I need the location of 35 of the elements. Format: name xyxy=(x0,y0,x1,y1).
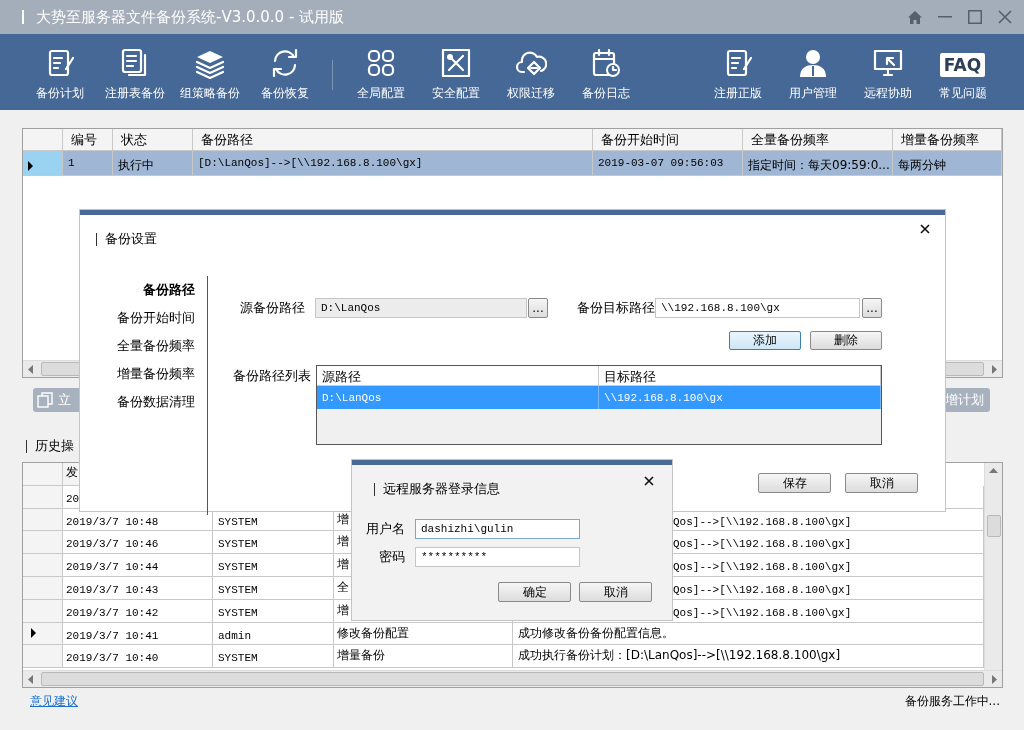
table-cell: SYSTEM xyxy=(213,577,334,600)
window-title: 大势至服务器文件备份系统-V3.0.0.0 - 试用版 xyxy=(36,7,346,27)
dialog-title: 远程服务器登录信息 xyxy=(383,480,500,498)
table-cell: 2019/3/7 10:43 xyxy=(63,577,213,600)
table-cell: SYSTEM xyxy=(213,531,334,555)
table-cell: \\192.168.8.100\gx xyxy=(599,386,881,409)
field-label: 备份路径列表 xyxy=(233,367,312,385)
table-cell: SYSTEM xyxy=(213,645,334,669)
section-title: 历史操 xyxy=(35,437,74,455)
column-header: 源路径 xyxy=(317,366,599,385)
column-header: 目标路径 xyxy=(599,366,881,385)
table-cell: admin xyxy=(213,622,334,646)
table-cell: 执行中 xyxy=(113,151,193,176)
table-cell: SYSTEM xyxy=(213,599,334,623)
table-cell: 修改备份配置 xyxy=(334,622,513,646)
table-cell: 成功修改备份备份配置信息。 xyxy=(513,622,984,646)
table-cell: 2019/3/7 10:42 xyxy=(63,599,213,623)
field-label: 源备份路径 xyxy=(240,299,306,317)
table-cell: 2019/3/7 10:44 xyxy=(63,554,213,577)
table-cell: D:\LanQos xyxy=(317,386,599,409)
table-cell: 成功执行备份计划：[D:\LanQos]-->[\\192.168.8.100\gx] xyxy=(513,645,984,669)
table-cell: [D:\LanQos]-->[\\192.168.8.100\gx] xyxy=(193,151,593,176)
status-text: 备份服务工作中... xyxy=(904,692,1000,710)
table-cell: 2019/3/7 10:46 xyxy=(63,531,213,555)
faq-badge: FAQ xyxy=(939,53,986,77)
table-cell: 指定时间：每天09:59:0... xyxy=(743,151,893,176)
table-cell: 2019/3/7 10:41 xyxy=(63,622,213,646)
table-cell: SYSTEM xyxy=(213,554,334,577)
table-cell: 增量备份 xyxy=(334,645,513,669)
table-cell: 1 xyxy=(63,151,113,176)
field-label: 备份目标路径 xyxy=(577,299,655,317)
table-cell: 2019-03-07 09:56:03 xyxy=(593,151,743,176)
dialog-title: 备份设置 xyxy=(105,230,157,248)
table-cell: 每两分钟 xyxy=(893,151,1002,176)
table-cell: 2019/3/7 10:40 xyxy=(63,645,213,669)
